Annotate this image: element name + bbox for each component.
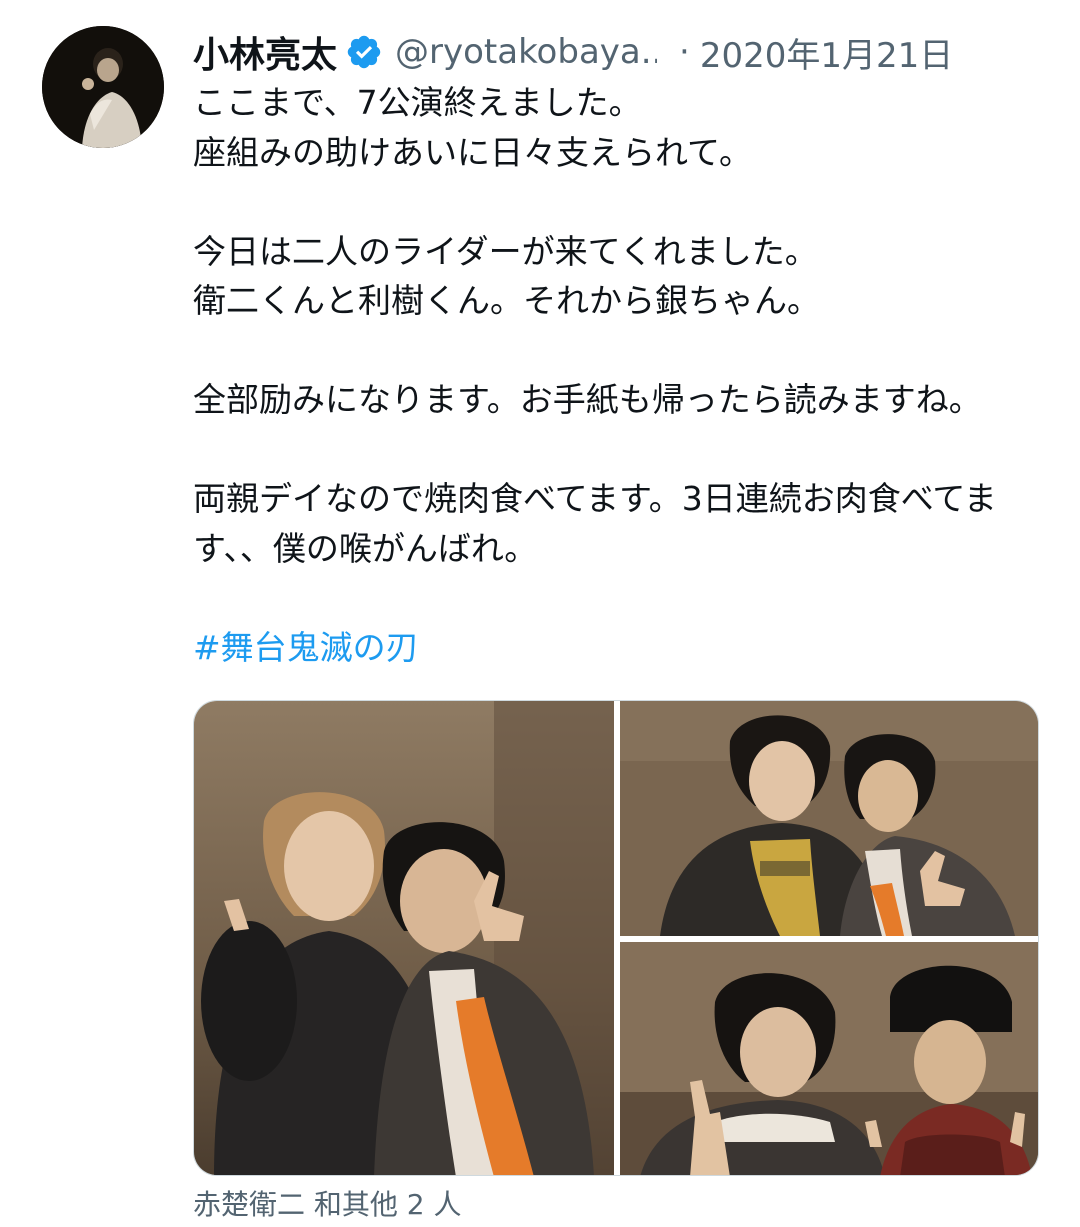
tweet-text-line: ここまで、7公演終えました。 (193, 83, 642, 122)
tweet-text-blank (193, 326, 1053, 376)
media-grid (193, 700, 1039, 1176)
tweet-card[interactable]: 小林亮太 @ryotakobaya... · 2020年1月21日 ここまで、7… (0, 0, 1080, 1227)
hashtag-link[interactable]: #舞台鬼滅の刃 (193, 623, 1053, 673)
author-avatar[interactable] (42, 26, 164, 148)
tweet-text-line: 座組みの助けあいに日々支えられて。 (193, 132, 753, 172)
avatar-image (42, 26, 164, 148)
author-display-name[interactable]: 小林亮太 (193, 26, 337, 78)
tweet-header: 小林亮太 @ryotakobaya... · 2020年1月21日 (193, 22, 1053, 82)
tweet-text-line: す、、僕の喉がんばれ。 (193, 528, 538, 568)
photo-3[interactable] (620, 942, 1038, 1175)
tweet-text-blank (193, 425, 1053, 475)
verified-badge-icon (345, 33, 383, 71)
tweet-text-line: 両親デイなので焼肉食べてます。3日連続お肉食べてま (193, 479, 997, 518)
tweet-text: ここまで、7公演終えました。 座組みの助けあいに日々支えられて。 今日は二人のラ… (193, 78, 1053, 672)
tweet-text-blank (193, 573, 1053, 623)
tweet-text-line: 衛二くんと利樹くん。それから銀ちゃん。 (193, 281, 820, 320)
tweet-text-line: 今日は二人のライダーが来てくれました。 (193, 231, 818, 271)
tweet-timestamp[interactable]: 2020年1月21日 (700, 28, 953, 77)
author-handle[interactable]: @ryotakobaya... (395, 32, 657, 72)
photo-1[interactable] (194, 701, 614, 1175)
tagged-people[interactable]: 赤楚衛二 和其他 2 人 (193, 1183, 462, 1223)
photo-2[interactable] (620, 701, 1038, 936)
header-separator: · (679, 32, 690, 72)
tweet-text-blank (193, 177, 1053, 227)
tweet-text-line: 全部励みになります。お手紙も帰ったら読みますね。 (193, 380, 982, 419)
